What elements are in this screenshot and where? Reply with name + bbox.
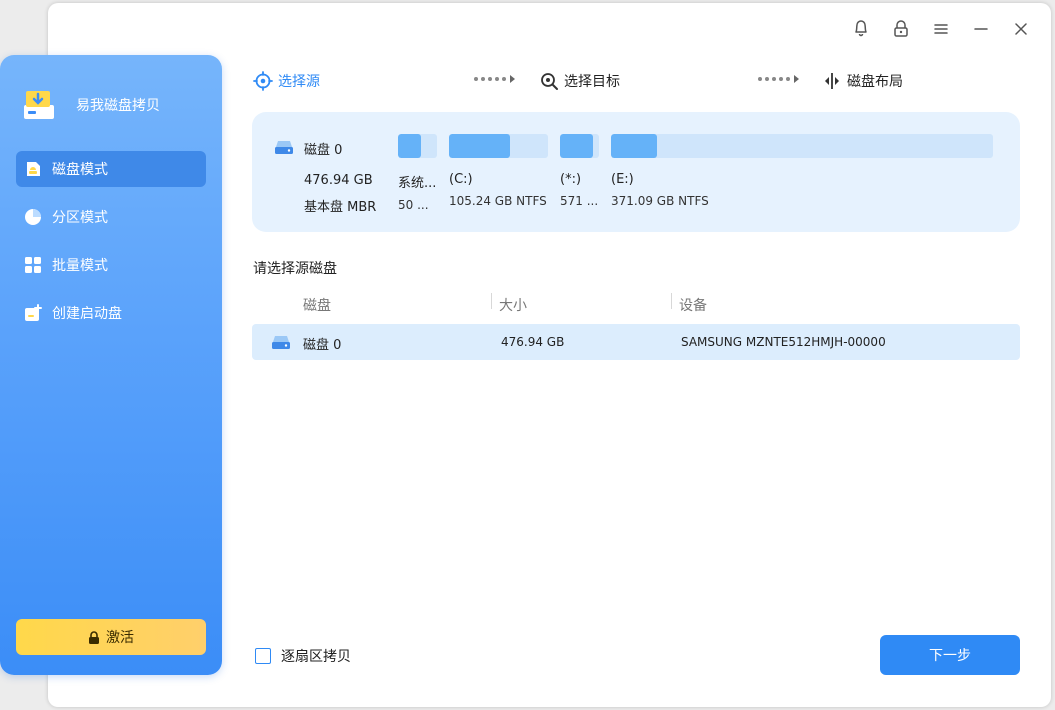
partition-usage-fill — [449, 134, 511, 158]
sidebar-item-label: 批量模式 — [52, 258, 108, 274]
brand: 易我磁盘拷贝 — [22, 85, 160, 125]
partition-detail: 571 ... — [560, 194, 599, 208]
partition-bar — [449, 134, 548, 158]
step-connector — [758, 75, 799, 83]
column-divider — [491, 293, 492, 309]
partition-label: 系统... — [398, 176, 437, 191]
row-device: SAMSUNG MZNTE512HMJH-00000 — [681, 335, 886, 349]
app-logo-icon — [22, 87, 58, 123]
disk-type: 基本盘 MBR — [304, 200, 377, 215]
sidebar-item-disk-mode[interactable]: 磁盘模式 — [16, 151, 206, 187]
partition-usage-fill — [398, 134, 422, 158]
partition-bar — [398, 134, 437, 158]
step-disk-layout[interactable]: 磁盘布局 — [822, 68, 903, 94]
source-disk-card[interactable]: 磁盘 0 476.94 GB 基本盘 MBR 系统... 50 ... (C:)… — [252, 112, 1020, 232]
sidebar-item-batch-mode[interactable]: 批量模式 — [16, 247, 206, 283]
sidebar: 易我磁盘拷贝 磁盘模式 分区模式 批量模式 创建启动盘 激活 — [0, 55, 222, 675]
partition-label: (*:) — [560, 172, 582, 187]
step-label: 磁盘布局 — [847, 74, 903, 90]
hard-drive-icon — [274, 138, 294, 160]
boot-disk-icon — [24, 304, 42, 322]
sector-copy-label: 逐扇区拷贝 — [281, 649, 351, 665]
close-button[interactable] — [1001, 16, 1041, 44]
license-button[interactable] — [881, 16, 921, 44]
menu-button[interactable] — [921, 16, 961, 44]
search-target-icon — [539, 71, 559, 91]
column-header-device: 设备 — [679, 298, 707, 314]
partition-detail: 371.09 GB NTFS — [611, 194, 709, 208]
step-select-target[interactable]: 选择目标 — [539, 68, 620, 94]
partition-bar — [611, 134, 993, 158]
partition-detail: 50 ... — [398, 198, 429, 212]
partition-usage-fill — [611, 134, 657, 158]
sidebar-item-create-boot-disk[interactable]: 创建启动盘 — [16, 295, 206, 331]
column-divider — [671, 293, 672, 309]
minimize-icon — [973, 21, 989, 40]
minimize-button[interactable] — [961, 16, 1001, 44]
sector-copy-checkbox[interactable] — [255, 648, 271, 664]
column-header-size: 大小 — [499, 298, 527, 314]
partition-label: (E:) — [611, 172, 634, 187]
disk-name: 磁盘 0 — [304, 143, 343, 158]
partition-unlabeled: (*:) 571 ... — [560, 134, 599, 208]
partition-label: (C:) — [449, 172, 473, 187]
column-header-disk: 磁盘 — [303, 298, 331, 314]
partition-detail: 105.24 GB NTFS — [449, 194, 547, 208]
close-icon — [1014, 21, 1028, 40]
partition-usage-fill — [560, 134, 594, 158]
row-disk-size: 476.94 GB — [501, 335, 565, 349]
bell-icon — [852, 19, 870, 41]
lock-icon — [88, 630, 100, 644]
step-label: 选择目标 — [564, 74, 620, 90]
grid-icon — [24, 256, 42, 274]
partition-bar — [560, 134, 599, 158]
layout-icon — [822, 71, 842, 91]
hard-drive-icon — [271, 333, 291, 355]
activate-button[interactable]: 激活 — [16, 619, 206, 655]
partition-c: (C:) 105.24 GB NTFS — [449, 134, 548, 208]
disk-mode-icon — [24, 160, 42, 178]
step-select-source[interactable]: 选择源 — [253, 68, 320, 94]
menu-icon — [933, 21, 949, 40]
notification-button[interactable] — [841, 16, 881, 44]
sidebar-item-partition-mode[interactable]: 分区模式 — [16, 199, 206, 235]
row-disk-name: 磁盘 0 — [303, 338, 342, 353]
step-label: 选择源 — [278, 74, 320, 90]
target-icon — [253, 71, 273, 91]
partition-e: (E:) 371.09 GB NTFS — [611, 134, 993, 208]
app-name: 易我磁盘拷贝 — [76, 98, 160, 114]
partition-system: 系统... 50 ... — [398, 134, 437, 212]
sidebar-item-label: 分区模式 — [52, 210, 108, 226]
titlebar-controls — [841, 16, 1041, 44]
step-connector — [474, 75, 515, 83]
sidebar-nav: 磁盘模式 分区模式 批量模式 创建启动盘 — [16, 151, 206, 343]
sidebar-item-label: 磁盘模式 — [52, 162, 108, 178]
table-row[interactable]: 磁盘 0 476.94 GB SAMSUNG MZNTE512HMJH-0000… — [252, 324, 1020, 360]
sidebar-item-label: 创建启动盘 — [52, 306, 122, 322]
lock-icon — [893, 19, 909, 41]
disk-size: 476.94 GB — [304, 173, 373, 188]
pie-chart-icon — [24, 208, 42, 226]
sector-copy-option[interactable]: 逐扇区拷贝 — [255, 646, 351, 666]
activate-label: 激活 — [106, 630, 134, 646]
next-button[interactable]: 下一步 — [880, 635, 1020, 675]
section-title: 请选择源磁盘 — [253, 261, 337, 277]
